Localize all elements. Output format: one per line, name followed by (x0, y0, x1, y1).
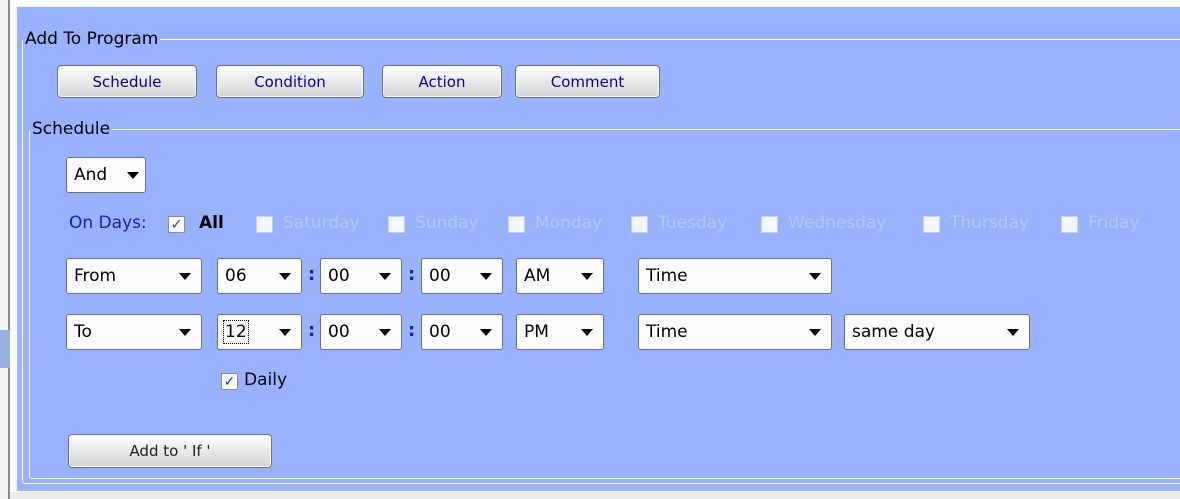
chevron-down-icon (581, 328, 593, 336)
from-mode-select[interactable]: From (66, 258, 202, 294)
from-ampm-select[interactable]: AM (516, 258, 604, 294)
tuesday-label: Tuesday (658, 213, 728, 233)
daily-checkbox[interactable]: ✓ (221, 373, 238, 390)
chevron-down-icon (581, 272, 593, 280)
chevron-down-icon (379, 328, 391, 336)
from-minute-select[interactable]: 00 (320, 258, 402, 294)
comment-button-label: Comment (550, 72, 625, 91)
from-hour-value: 06 (225, 266, 247, 286)
to-mode-select[interactable]: To (66, 314, 202, 350)
saturday-checkbox[interactable] (256, 216, 273, 233)
time-separator: : (408, 264, 416, 285)
wednesday-label: Wednesday (788, 213, 887, 233)
chevron-down-icon (179, 328, 191, 336)
to-second-select[interactable]: 00 (421, 314, 503, 350)
day-relation-select[interactable]: same day (844, 314, 1030, 350)
all-days-label: All (199, 213, 224, 233)
comment-button[interactable]: Comment (515, 65, 660, 98)
thursday-checkbox[interactable] (923, 216, 940, 233)
time-separator: : (408, 320, 416, 341)
chevron-down-icon (279, 328, 291, 336)
to-type-select[interactable]: Time (638, 314, 832, 350)
schedule-legend: Schedule (32, 119, 111, 139)
checkmark-icon: ✓ (223, 373, 236, 390)
monday-checkbox[interactable] (508, 216, 525, 233)
schedule-button[interactable]: Schedule (57, 65, 197, 98)
bottom-border (10, 492, 1180, 499)
action-button[interactable]: Action (382, 65, 502, 98)
chevron-down-icon (809, 272, 821, 280)
chevron-down-icon (179, 272, 191, 280)
schedule-group: Schedule (29, 120, 1180, 479)
day-relation-value: same day (852, 322, 935, 342)
to-hour-value: 12 (223, 320, 249, 344)
logic-operator-value: And (74, 165, 108, 185)
add-to-if-button[interactable]: Add to ' If ' (68, 434, 272, 468)
to-second-value: 00 (429, 322, 451, 342)
checkmark-icon: ✓ (170, 216, 183, 233)
tuesday-checkbox[interactable] (631, 216, 648, 233)
friday-label: Friday (1088, 213, 1140, 233)
to-ampm-value: PM (524, 322, 549, 342)
chevron-down-icon (480, 328, 492, 336)
wednesday-checkbox[interactable] (761, 216, 778, 233)
from-mode-value: From (74, 266, 117, 286)
to-ampm-select[interactable]: PM (516, 314, 604, 350)
time-separator: : (308, 264, 316, 285)
add-to-program-legend: Add To Program (25, 29, 159, 49)
chevron-down-icon (279, 272, 291, 280)
add-to-if-button-label: Add to ' If ' (129, 442, 211, 460)
time-separator: : (308, 320, 316, 341)
splitter-handle[interactable] (0, 330, 10, 368)
from-type-value: Time (646, 266, 688, 286)
condition-button-label: Condition (254, 72, 326, 91)
from-hour-select[interactable]: 06 (217, 258, 302, 294)
schedule-button-label: Schedule (92, 72, 162, 91)
chevron-down-icon (809, 328, 821, 336)
sunday-label: Sunday (415, 213, 479, 233)
thursday-label: Thursday (950, 213, 1030, 233)
chevron-down-icon (480, 272, 492, 280)
from-second-select[interactable]: 00 (421, 258, 503, 294)
to-mode-value: To (74, 322, 92, 342)
to-type-value: Time (646, 322, 688, 342)
condition-button[interactable]: Condition (216, 65, 364, 98)
friday-checkbox[interactable] (1061, 216, 1078, 233)
chevron-down-icon (1007, 328, 1019, 336)
on-days-label: On Days: (69, 213, 147, 233)
from-type-select[interactable]: Time (638, 258, 832, 294)
from-minute-value: 00 (328, 266, 350, 286)
left-frame (0, 0, 10, 499)
from-second-value: 00 (429, 266, 451, 286)
all-days-checkbox[interactable]: ✓ (168, 216, 185, 233)
monday-label: Monday (535, 213, 603, 233)
saturday-label: Saturday (283, 213, 360, 233)
to-minute-value: 00 (328, 322, 350, 342)
chevron-down-icon (127, 171, 139, 179)
logic-operator-select[interactable]: And (66, 157, 146, 193)
daily-label: Daily (244, 370, 288, 390)
to-minute-select[interactable]: 00 (320, 314, 402, 350)
to-hour-select[interactable]: 12 (217, 314, 302, 350)
sunday-checkbox[interactable] (388, 216, 405, 233)
chevron-down-icon (379, 272, 391, 280)
action-button-label: Action (418, 72, 466, 91)
from-ampm-value: AM (524, 266, 551, 286)
